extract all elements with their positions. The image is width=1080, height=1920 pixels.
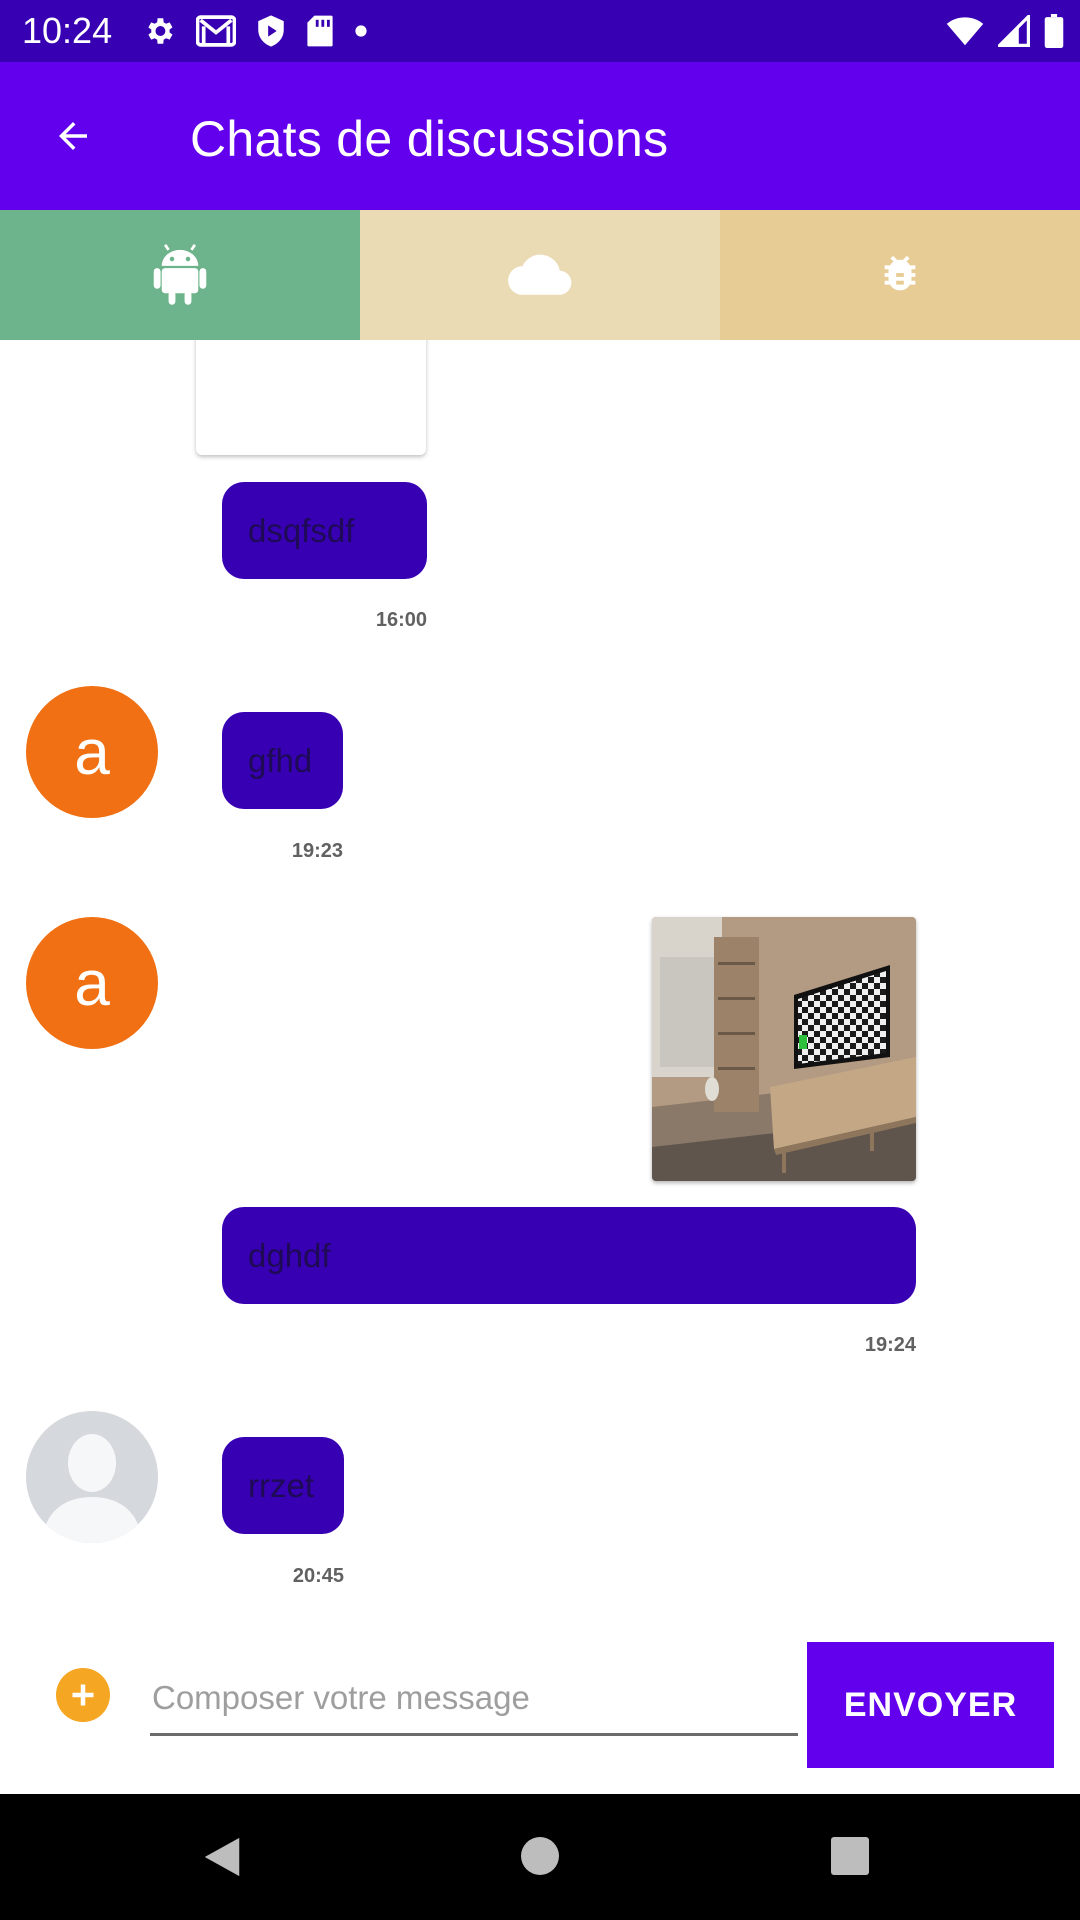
message-time: 16:00 — [375, 609, 427, 631]
message-time: 19:24 — [864, 1334, 916, 1356]
add-circle-icon — [72, 1684, 94, 1706]
avatar-letter: a — [74, 716, 110, 788]
message-input[interactable] — [150, 1662, 798, 1736]
sd-card-icon — [307, 15, 333, 47]
tv-room-photo — [652, 917, 916, 1181]
cloud-icon — [508, 254, 572, 295]
send-button[interactable]: ENVOYER — [807, 1642, 1054, 1768]
bug-icon — [884, 255, 916, 291]
signal-icon — [998, 15, 1030, 47]
gmail-icon — [196, 15, 236, 47]
tab-android[interactable] — [0, 210, 360, 340]
nav-home-icon[interactable] — [520, 1836, 560, 1876]
message-bubble[interactable]: dsqfsdf — [222, 482, 427, 579]
message-image-card[interactable] — [196, 340, 426, 455]
message-text: dsqfsdf — [248, 511, 355, 549]
dot-icon — [355, 25, 367, 37]
status-system-icons — [932, 12, 1064, 50]
message-bubble[interactable]: rrzet — [222, 1437, 344, 1534]
system-nav-bar — [0, 1794, 1080, 1920]
avatar-letter: a — [74, 947, 110, 1019]
back-button[interactable] — [38, 106, 108, 166]
tab-cloud[interactable] — [360, 210, 720, 340]
android-icon — [153, 244, 207, 305]
message-composer: ENVOYER — [0, 1620, 1080, 1794]
nav-recents-icon[interactable] — [830, 1836, 870, 1876]
message-photo[interactable] — [652, 917, 916, 1181]
wifi-icon — [946, 17, 984, 46]
message-time: 20:45 — [292, 1565, 344, 1587]
avatar[interactable] — [26, 1411, 158, 1543]
status-time: 10:24 — [22, 10, 113, 51]
page-title: Chats de discussions — [190, 111, 669, 167]
nav-back-icon[interactable] — [200, 1834, 244, 1880]
app-bar: Chats de discussions — [0, 62, 1080, 210]
message-bubble[interactable]: dghdf — [222, 1207, 916, 1304]
tab-bug[interactable] — [720, 210, 1080, 340]
message-list[interactable]: dsqfsdf 16:00 a gfhd 19:23 a dghdf 19:24… — [0, 340, 1080, 1620]
avatar[interactable]: a — [26, 686, 158, 818]
battery-icon — [1044, 14, 1064, 48]
attach-button[interactable] — [56, 1668, 110, 1722]
arrow-back-icon — [59, 122, 87, 150]
gear-icon — [148, 18, 173, 44]
message-text: rrzet — [248, 1466, 314, 1504]
status-bar: 10:24 — [0, 0, 1080, 62]
shield-play-icon — [258, 15, 284, 47]
message-text: dghdf — [248, 1236, 331, 1274]
avatar[interactable]: a — [26, 917, 158, 1049]
status-notification-icons — [142, 12, 388, 50]
default-user-avatar — [26, 1411, 158, 1543]
tab-bar — [0, 210, 1080, 340]
message-time: 19:23 — [291, 840, 343, 862]
message-text: gfhd — [248, 741, 313, 779]
message-bubble[interactable]: gfhd — [222, 712, 343, 809]
